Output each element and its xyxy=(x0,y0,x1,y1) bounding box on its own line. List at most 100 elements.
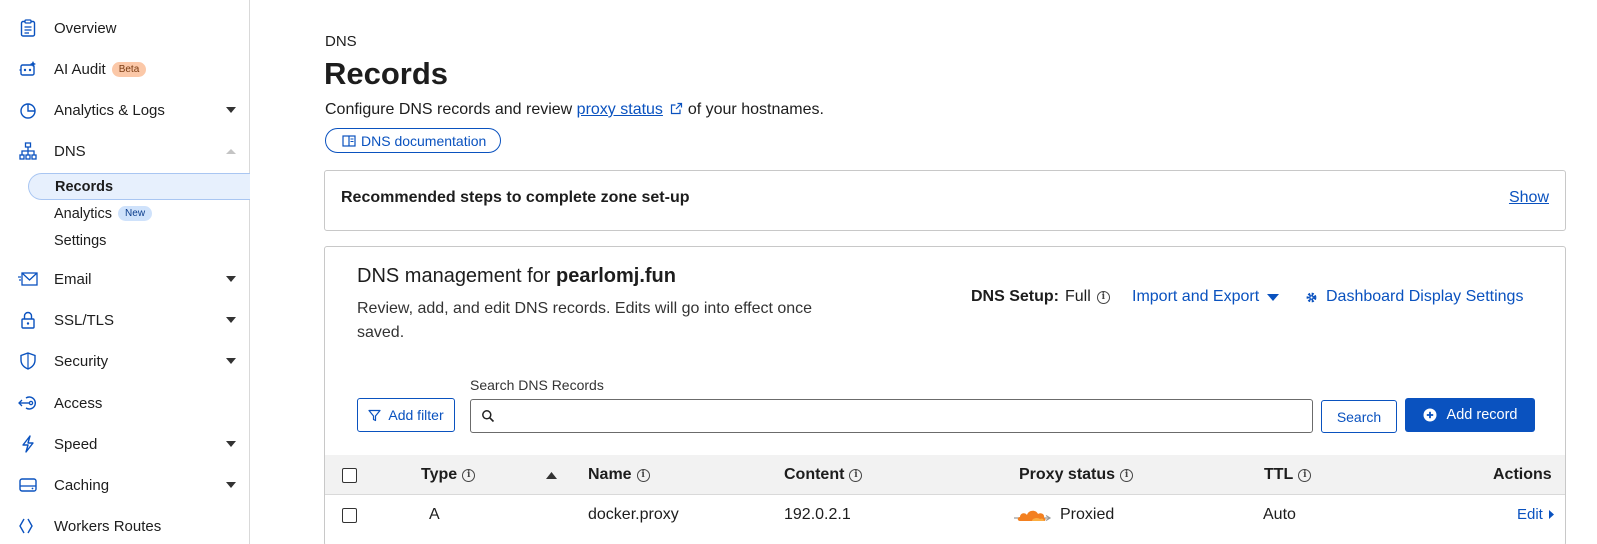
column-header-type[interactable]: Type i xyxy=(421,466,476,484)
record-ttl: Auto xyxy=(1263,506,1296,523)
column-header-proxy-status[interactable]: Proxy status i xyxy=(1019,466,1134,484)
sidebar-item-analytics-logs[interactable]: Analytics & Logs xyxy=(0,94,250,126)
sidebar-item-security[interactable]: Security xyxy=(0,345,250,377)
chevron-up-icon xyxy=(226,148,236,154)
header-label: TTL xyxy=(1264,466,1294,483)
button-label: DNS documentation xyxy=(361,132,487,149)
pie-chart-icon xyxy=(18,100,38,120)
external-link-icon xyxy=(671,102,683,115)
heading-prefix: DNS management for xyxy=(357,265,556,287)
page-title: Records xyxy=(324,56,449,91)
records-table-header: Type i Name i Content i Proxy status i T… xyxy=(325,455,1565,495)
dns-management-panel: DNS management for pearlomj.fun Review, … xyxy=(324,246,1566,544)
robot-icon xyxy=(18,59,38,79)
info-icon: i xyxy=(849,468,863,482)
breadcrumb: DNS xyxy=(325,33,357,50)
button-label: Add filter xyxy=(388,407,444,423)
sidebar-item-ai-audit[interactable]: AI Audit Beta xyxy=(0,53,250,85)
add-record-button[interactable]: Add record xyxy=(1405,398,1535,432)
sidebar-item-label: Analytics & Logs xyxy=(54,101,165,119)
sidebar-item-dns[interactable]: DNS xyxy=(0,135,250,167)
search-input[interactable] xyxy=(470,399,1313,433)
button-label: Add record xyxy=(1446,407,1518,423)
sitemap-icon xyxy=(18,141,38,161)
column-header-actions: Actions xyxy=(1493,466,1552,484)
filter-icon xyxy=(368,409,381,421)
caret-down-icon xyxy=(1267,293,1280,301)
edit-record-button[interactable]: Edit xyxy=(1517,506,1555,523)
header-label: Actions xyxy=(1493,466,1552,483)
sidebar-subitem-settings[interactable]: Settings xyxy=(28,227,250,254)
add-filter-button[interactable]: Add filter xyxy=(357,398,455,432)
info-icon: i xyxy=(636,468,650,482)
management-heading: DNS management for pearlomj.fun xyxy=(357,265,676,288)
table-row: A docker.proxy 192.0.2.1 Proxied Auto Ed… xyxy=(325,496,1565,536)
sidebar-item-label: SSL/TLS xyxy=(54,311,115,329)
column-header-name[interactable]: Name i xyxy=(588,466,650,484)
sidebar: Overview AI Audit Beta Analytics & Logs D… xyxy=(0,0,250,544)
dns-setup-label: DNS Setup: xyxy=(971,288,1059,305)
info-icon: i xyxy=(1120,468,1134,482)
description-text: of your hostnames. xyxy=(683,101,824,118)
sidebar-item-label: DNS xyxy=(54,142,86,160)
search-icon xyxy=(481,409,495,428)
header-label: Type xyxy=(421,466,458,483)
proxy-status-link[interactable]: proxy status xyxy=(577,101,663,118)
book-icon xyxy=(342,134,356,147)
lock-icon xyxy=(18,310,38,330)
import-export-label: Import and Export xyxy=(1132,288,1260,305)
caret-right-icon xyxy=(1548,510,1554,519)
management-description: Review, add, and edit DNS records. Edits… xyxy=(357,300,813,341)
envelope-icon xyxy=(18,269,38,289)
search-button[interactable]: Search xyxy=(1321,400,1397,433)
gear-icon xyxy=(1306,292,1317,302)
sidebar-item-label: Analytics xyxy=(54,205,113,222)
sidebar-item-caching[interactable]: Caching xyxy=(0,469,250,501)
shield-icon xyxy=(18,351,38,371)
dashboard-display-settings-link[interactable]: Dashboard Display Settings xyxy=(1305,288,1523,306)
steps-title: Recommended steps to complete zone set-u… xyxy=(341,189,690,206)
show-steps-link[interactable]: Show xyxy=(1509,189,1549,207)
sidebar-subitem-records[interactable]: Records xyxy=(28,173,250,200)
sidebar-item-email[interactable]: Email xyxy=(0,263,250,295)
row-checkbox[interactable] xyxy=(342,508,357,523)
info-icon: i xyxy=(462,468,476,482)
sidebar-item-workers-routes[interactable]: Workers Routes xyxy=(0,510,250,542)
info-icon: i xyxy=(1298,468,1312,482)
new-badge: New xyxy=(118,206,153,221)
dns-documentation-button[interactable]: DNS documentation xyxy=(325,128,502,153)
chevron-down-icon xyxy=(226,441,236,447)
chevron-down-icon xyxy=(226,358,236,364)
clipboard-icon xyxy=(18,18,38,38)
plus-circle-icon xyxy=(1423,408,1437,422)
drive-icon xyxy=(18,475,38,495)
record-name: docker.proxy xyxy=(588,506,679,523)
sidebar-item-ssl-tls[interactable]: SSL/TLS xyxy=(0,304,250,336)
lightning-icon xyxy=(18,434,38,454)
chevron-down-icon xyxy=(226,317,236,323)
proxy-status-value: Proxied xyxy=(1060,506,1115,523)
workers-icon xyxy=(18,516,38,536)
sidebar-item-label: Email xyxy=(54,270,92,288)
record-content: 192.0.2.1 xyxy=(784,506,851,523)
sidebar-item-label: Overview xyxy=(54,19,117,37)
column-header-content[interactable]: Content i xyxy=(784,466,863,484)
beta-badge: Beta xyxy=(111,62,147,78)
select-all-checkbox[interactable] xyxy=(342,468,357,483)
sidebar-item-access[interactable]: Access xyxy=(0,387,250,419)
sidebar-item-label: Caching xyxy=(54,476,110,494)
sidebar-subitem-analytics[interactable]: Analytics New xyxy=(28,200,250,227)
description-text: Configure DNS records and review xyxy=(325,101,577,118)
info-icon[interactable]: i xyxy=(1096,290,1110,304)
sidebar-item-speed[interactable]: Speed xyxy=(0,428,250,460)
chevron-down-icon xyxy=(226,482,236,488)
import-export-dropdown[interactable]: Import and Export xyxy=(1132,288,1280,306)
sort-ascending-icon[interactable] xyxy=(545,471,558,480)
proxied-cloud-icon xyxy=(1014,507,1052,528)
record-type: A xyxy=(429,506,440,523)
chevron-down-icon xyxy=(226,276,236,282)
sidebar-item-overview[interactable]: Overview xyxy=(0,12,250,44)
column-header-ttl[interactable]: TTL i xyxy=(1264,466,1312,484)
button-label: Edit xyxy=(1517,506,1543,523)
page-description: Configure DNS records and review proxy s… xyxy=(325,101,824,119)
